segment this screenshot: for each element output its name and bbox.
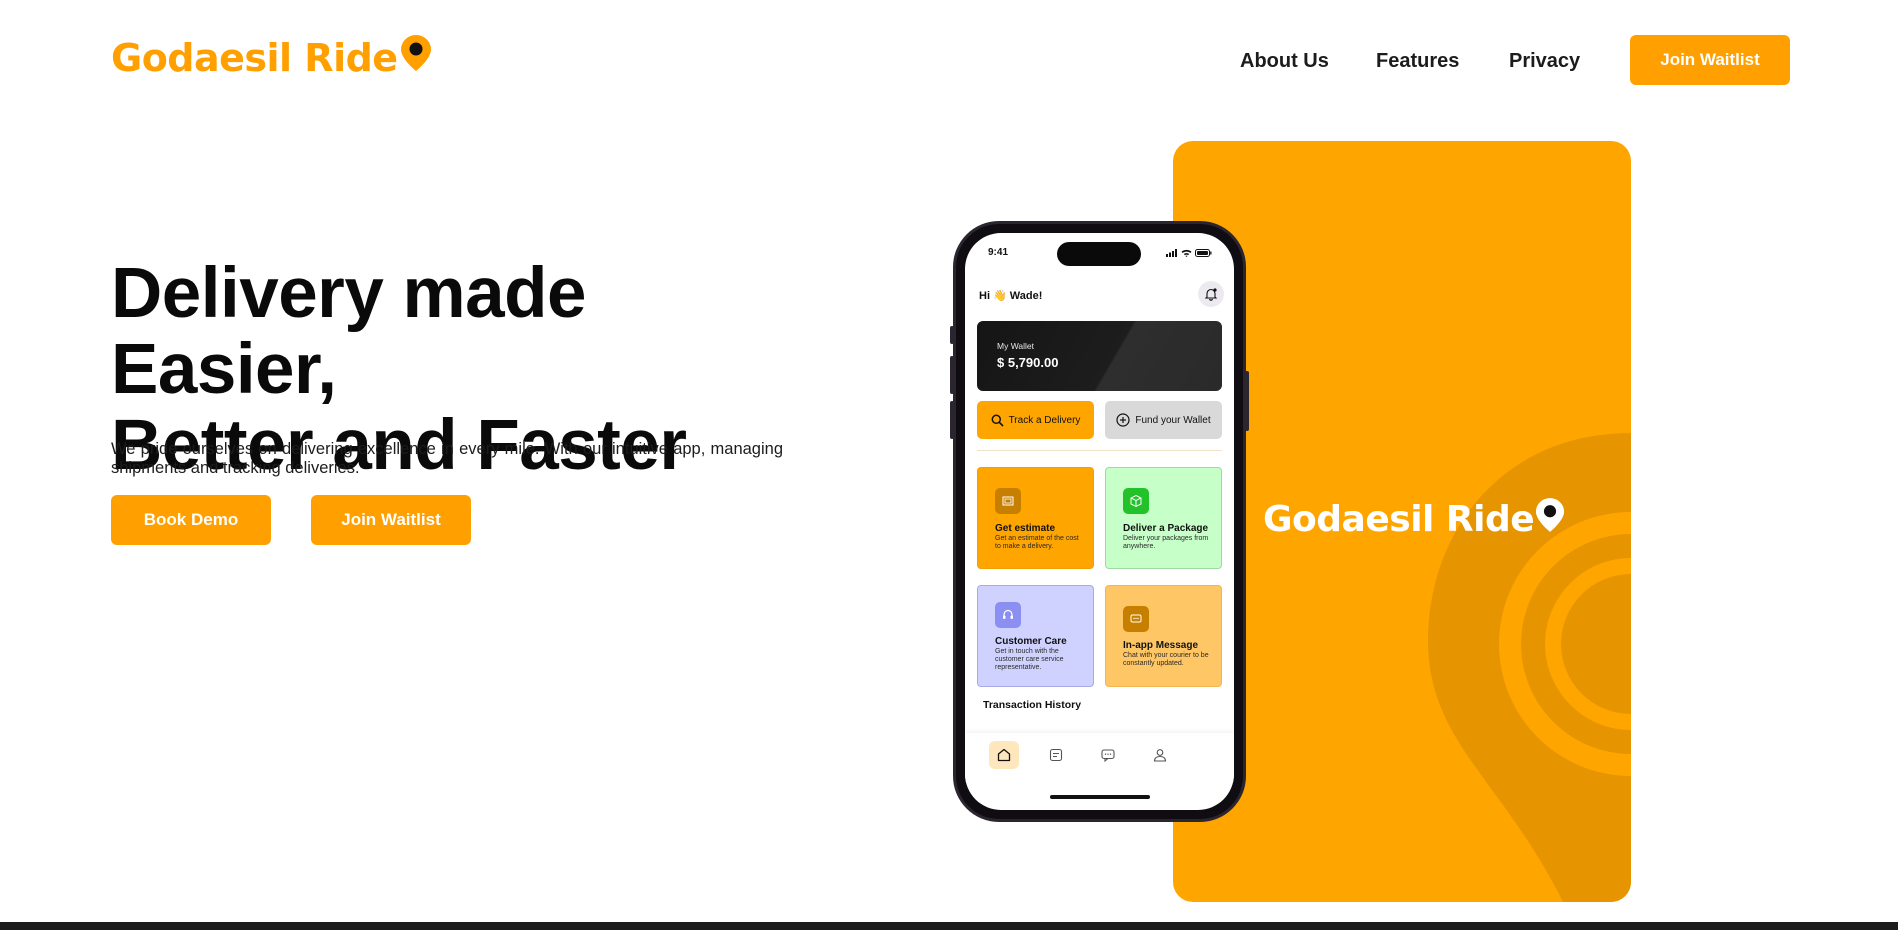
messages-icon <box>1101 749 1115 763</box>
wallet-balance: $ 5,790.00 <box>997 355 1059 370</box>
headset-icon <box>995 602 1021 628</box>
book-demo-button[interactable]: Book Demo <box>111 495 271 545</box>
tab-orders[interactable] <box>1041 741 1071 769</box>
footer-edge <box>0 922 1898 930</box>
nav-link-privacy[interactable]: Privacy <box>1509 50 1580 73</box>
orders-icon <box>1049 748 1063 762</box>
bottom-tab-bar <box>965 733 1234 783</box>
phone-side-button <box>950 356 954 394</box>
wallet-card[interactable]: My Wallet $ 5,790.00 <box>977 321 1222 391</box>
fund-wallet-label: Fund your Wallet <box>1135 414 1211 426</box>
battery-icon <box>1195 249 1212 257</box>
plus-circle-icon <box>1116 413 1130 427</box>
phone-screen: 9:41 Hi 👋 Wade! My Wallet $ 5,790.00 Tra… <box>965 233 1234 810</box>
map-pin-icon <box>400 35 431 71</box>
deliver-package-tile[interactable]: Deliver a Package Deliver your packages … <box>1105 467 1222 569</box>
status-time: 9:41 <box>988 247 1009 258</box>
tile-description: Get an estimate of the cost to make a de… <box>995 535 1079 550</box>
tab-messages[interactable] <box>1093 741 1123 769</box>
chat-icon <box>1123 606 1149 632</box>
fund-wallet-button[interactable]: Fund your Wallet <box>1105 401 1222 439</box>
tile-description: Get in touch with the customer care serv… <box>995 648 1064 671</box>
profile-icon <box>1153 749 1167 762</box>
in-app-message-tile[interactable]: In-app Message Chat with your courier to… <box>1105 585 1222 687</box>
phone-side-button <box>950 326 954 344</box>
phone-side-button <box>1245 371 1249 431</box>
tile-title: Customer Care <box>995 636 1067 647</box>
notification-button[interactable] <box>1198 281 1224 307</box>
tile-description: Chat with your courier to be constantly … <box>1123 652 1209 667</box>
greeting-text: Hi 👋 Wade! <box>979 290 1043 302</box>
brand-name: Godaesil Ride <box>111 36 398 80</box>
divider <box>977 450 1222 451</box>
home-icon <box>997 748 1011 762</box>
phone-side-button <box>950 401 954 439</box>
get-estimate-tile[interactable]: Get estimate Get an estimate of the cost… <box>977 467 1094 569</box>
join-waitlist-hero-button[interactable]: Join Waitlist <box>311 495 471 545</box>
tab-profile[interactable] <box>1145 741 1175 769</box>
tile-description: Deliver your packages from anywhere. <box>1123 535 1209 550</box>
hero-title-line-1: Delivery made Easier, <box>111 254 587 409</box>
track-delivery-label: Track a Delivery <box>1008 414 1081 426</box>
tab-home[interactable] <box>989 741 1019 769</box>
card-brand-name: Godaesil Ride <box>1263 499 1535 540</box>
transaction-history-title: Transaction History <box>983 699 1082 711</box>
receipt-icon <box>995 488 1021 514</box>
phone-mockup: 9:41 Hi 👋 Wade! My Wallet $ 5,790.00 Tra… <box>950 221 1249 822</box>
card-brand-logo: Godaesil Ride <box>1263 497 1565 543</box>
nav-link-about-us[interactable]: About Us <box>1240 50 1329 73</box>
status-icons <box>1166 249 1212 257</box>
tile-title: Deliver a Package <box>1123 523 1209 534</box>
track-delivery-button[interactable]: Track a Delivery <box>977 401 1094 439</box>
tile-title: Get estimate <box>995 523 1056 534</box>
dynamic-island <box>1057 242 1141 266</box>
signal-icon <box>1166 249 1177 257</box>
customer-care-tile[interactable]: Customer Care Get in touch with the cust… <box>977 585 1094 687</box>
tile-title: In-app Message <box>1123 640 1199 651</box>
top-navbar: Godaesil Ride About Us Features Privacy … <box>0 0 1898 120</box>
wifi-icon <box>1181 249 1192 257</box>
join-waitlist-nav-button[interactable]: Join Waitlist <box>1630 35 1790 85</box>
search-icon <box>991 414 1004 427</box>
nav-link-features[interactable]: Features <box>1376 50 1459 73</box>
map-pin-icon <box>1536 498 1565 532</box>
home-indicator <box>1049 795 1150 799</box>
box-icon <box>1123 488 1149 514</box>
brand-logo[interactable]: Godaesil Ride <box>111 34 432 82</box>
bell-icon <box>1204 288 1218 301</box>
wallet-label: My Wallet <box>997 341 1034 351</box>
hero-description: We pride ourselves on delivering excelle… <box>111 440 783 477</box>
